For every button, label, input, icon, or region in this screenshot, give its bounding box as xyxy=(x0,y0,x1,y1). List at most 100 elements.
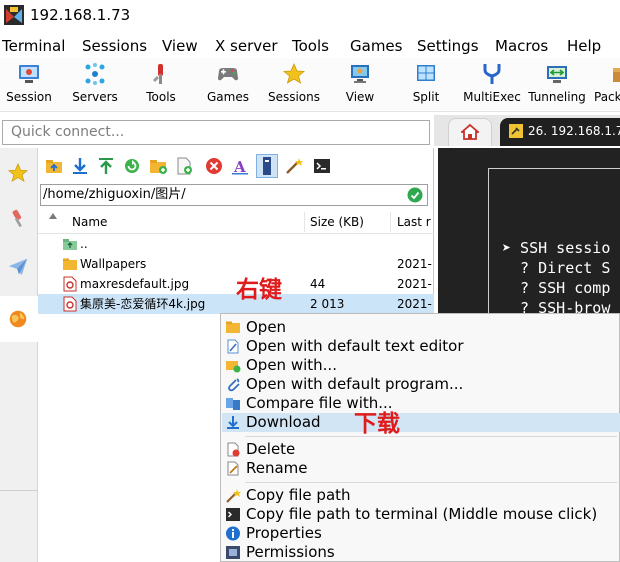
menu-bar: Terminal Sessions View X server Tools Ga… xyxy=(0,33,620,57)
gamepad-icon xyxy=(218,68,238,81)
file-name: Wallpapers xyxy=(80,257,147,271)
new-file-icon[interactable] xyxy=(174,156,194,176)
menu-tools[interactable]: Tools xyxy=(292,36,329,56)
toolbar-games-button[interactable]: Games xyxy=(204,60,252,110)
menu-macros[interactable]: Macros xyxy=(495,36,548,56)
menu-terminal[interactable]: Terminal xyxy=(2,36,65,56)
window-title: 192.168.1.73 xyxy=(30,6,131,24)
menu-x-server[interactable]: X server xyxy=(215,36,278,56)
open-with-icon xyxy=(226,361,241,373)
file-date: 2021- xyxy=(397,257,432,271)
copy-path-icon xyxy=(226,489,241,503)
session-tab-label: 26. 192.168.1.73 xyxy=(528,124,620,138)
upload-icon[interactable] xyxy=(96,156,116,176)
menu-item-delete[interactable]: Delete xyxy=(222,440,620,459)
menu-view[interactable]: View xyxy=(162,36,198,56)
toolbar-view-button[interactable]: View xyxy=(340,60,380,110)
left-dock xyxy=(0,148,38,562)
menu-settings[interactable]: Settings xyxy=(417,36,479,56)
menu-item-copy-path-to-terminal[interactable]: Copy file path to terminal (Middle mouse… xyxy=(222,505,620,524)
toolbar-sessions-button[interactable]: Sessions xyxy=(266,60,322,110)
column-header-name[interactable]: Name xyxy=(72,214,107,230)
column-divider[interactable] xyxy=(304,212,305,232)
menu-item-open[interactable]: Open xyxy=(222,318,620,337)
dock-tools-button[interactable] xyxy=(0,196,38,242)
tab-session[interactable]: 26. 192.168.1.73 xyxy=(500,118,620,146)
new-folder-icon[interactable] xyxy=(148,156,168,176)
info-icon xyxy=(226,526,240,541)
text-editor-icon xyxy=(227,339,239,354)
menu-item-download[interactable]: Download xyxy=(222,413,620,432)
magic-wand-icon[interactable] xyxy=(284,156,304,176)
sftp-toolbar: A xyxy=(38,152,434,180)
globe-icon xyxy=(9,310,27,328)
menu-sessions[interactable]: Sessions xyxy=(82,36,147,56)
menu-item-open-text-editor[interactable]: Open with default text editor xyxy=(222,337,620,356)
toolbar-tunneling-button[interactable]: Tunneling xyxy=(528,60,586,110)
file-list-header: Name Size (KB) Last r xyxy=(38,210,434,234)
home-tab[interactable] xyxy=(448,118,492,146)
file-size: 44 xyxy=(310,277,326,291)
tools-icon xyxy=(12,209,22,228)
terminal-icon[interactable] xyxy=(312,156,332,176)
folder-icon xyxy=(63,258,77,270)
file-row-parent[interactable]: .. xyxy=(38,234,434,254)
terminal-line: ➤ SSH sessio xyxy=(502,239,611,257)
menu-item-properties[interactable]: Properties xyxy=(222,524,620,543)
quick-connect-input[interactable]: Quick connect... xyxy=(2,120,430,145)
paperclip-icon xyxy=(228,378,240,392)
terminal-icon xyxy=(226,508,240,521)
column-divider[interactable] xyxy=(390,212,391,232)
delete-icon xyxy=(227,442,240,457)
toolbar-split-button[interactable]: Split xyxy=(406,60,446,110)
menu-item-permissions[interactable]: Permissions xyxy=(222,543,620,562)
menu-separator xyxy=(245,482,617,483)
toolbar-servers-button[interactable]: Servers xyxy=(70,60,120,110)
file-date: 2021- xyxy=(397,297,432,311)
toolbar-tools-button[interactable]: Tools xyxy=(138,60,184,110)
refresh-icon[interactable] xyxy=(122,156,142,176)
file-row-wallpapers[interactable]: Wallpapers 2021- xyxy=(38,254,434,274)
split-icon xyxy=(417,65,435,81)
folder-open-icon xyxy=(226,321,240,333)
check-icon[interactable] xyxy=(407,187,423,203)
terminal-pane[interactable]: ➤ SSH sessio ? Direct S ? SSH comp ? SSH… xyxy=(438,148,620,316)
star-icon xyxy=(282,62,306,84)
file-name: 集原美-恋爱循环4k.jpg xyxy=(80,297,206,311)
session-icon xyxy=(19,65,39,83)
dock-macros-button[interactable] xyxy=(0,244,38,290)
menu-separator xyxy=(245,436,617,437)
parent-folder-icon xyxy=(63,239,77,250)
column-header-last-modified[interactable]: Last r xyxy=(397,214,431,230)
file-properties-icon[interactable] xyxy=(256,154,278,178)
menu-item-open-with[interactable]: Open with... xyxy=(222,356,620,375)
annotation-right-click: 右键 xyxy=(236,277,282,303)
permissions-icon xyxy=(226,546,240,559)
menu-item-compare-file[interactable]: Compare file with... xyxy=(222,394,620,413)
monitor-icon xyxy=(351,65,369,83)
toolbar-multiexec-button[interactable]: MultiExec xyxy=(462,60,522,110)
paper-plane-icon xyxy=(8,258,28,276)
image-file-icon xyxy=(63,296,77,312)
menu-help[interactable]: Help xyxy=(567,36,601,56)
download-icon[interactable] xyxy=(70,156,90,176)
context-menu: Open Open with default text editor Open … xyxy=(220,313,620,562)
toolbar-packages-button[interactable]: Packages xyxy=(594,60,620,110)
menu-item-open-default-program[interactable]: Open with default program... xyxy=(222,375,620,394)
file-date: 2021- xyxy=(397,277,432,291)
package-icon xyxy=(613,68,620,82)
fork-icon xyxy=(483,64,501,84)
menu-item-rename[interactable]: Rename xyxy=(222,459,620,478)
annotation-download: 下载 xyxy=(354,411,400,437)
menu-item-copy-file-path[interactable]: Copy file path xyxy=(222,486,620,505)
menu-games[interactable]: Games xyxy=(350,36,402,56)
dock-sessions-button[interactable] xyxy=(0,150,38,196)
toolbar-session-button[interactable]: Session xyxy=(4,60,54,110)
delete-icon[interactable] xyxy=(204,156,224,176)
parent-directory-icon[interactable] xyxy=(44,156,64,176)
dock-sftp-button[interactable] xyxy=(0,296,38,342)
sftp-path-input[interactable]: /home/zhiguoxin/图片/ xyxy=(40,184,428,206)
file-name: maxresdefault.jpg xyxy=(80,277,190,291)
rename-icon[interactable]: A xyxy=(230,156,250,176)
column-header-size[interactable]: Size (KB) xyxy=(310,214,364,230)
